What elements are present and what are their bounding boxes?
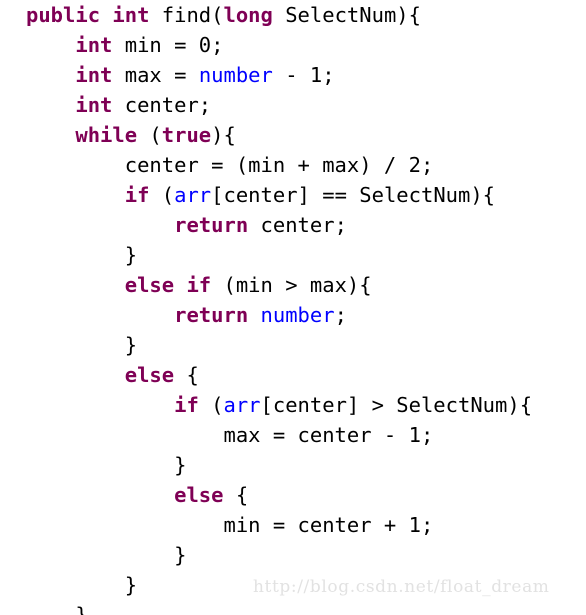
code-token-plain: min = 0;: [112, 33, 224, 57]
code-token-plain: }: [26, 333, 138, 357]
code-line: else if (min > max){: [26, 270, 586, 300]
code-token-kw: while: [75, 123, 138, 147]
code-line: if (arr[center] == SelectNum){: [26, 180, 586, 210]
code-token-kw: return: [174, 213, 249, 237]
code-line: int min = 0;: [26, 30, 586, 60]
code-token-plain: {: [223, 483, 249, 507]
code-token-id: arr: [174, 183, 212, 207]
code-line: }: [26, 600, 586, 615]
code-token-id: number: [198, 63, 273, 87]
code-token-kw: int: [75, 93, 113, 117]
code-token-plain: ){: [211, 123, 236, 147]
code-line: }: [26, 450, 586, 480]
code-token-kw: long: [223, 3, 273, 27]
code-token-kw: public: [26, 3, 101, 27]
code-line: min = center + 1;: [26, 510, 586, 540]
code-token-kw: if: [186, 273, 212, 297]
code-line: }: [26, 330, 586, 360]
code-token-plain: - 1;: [272, 63, 335, 87]
code-token-plain: min = center + 1;: [26, 513, 434, 537]
code-line: center = (min + max) / 2;: [26, 150, 586, 180]
code-token-plain: [center] == SelectNum){: [211, 183, 496, 207]
code-line: public int find(long SelectNum){: [26, 0, 586, 30]
code-token-plain: }: [26, 453, 187, 477]
code-token-plain: max = center - 1;: [26, 423, 434, 447]
code-token-plain: SelectNum){: [272, 3, 421, 27]
code-token-plain: {: [174, 363, 199, 387]
code-token-kw: int: [75, 33, 113, 57]
code-line: int max = number - 1;: [26, 60, 586, 90]
code-token-plain: center;: [248, 213, 347, 237]
code-token-plain: (min > max){: [211, 273, 372, 297]
code-token-kw: else: [124, 273, 175, 297]
code-token-plain: ;: [334, 303, 347, 327]
code-token-plain: }: [26, 243, 138, 267]
code-token-plain: find(: [149, 3, 224, 27]
code-token-id: number: [260, 303, 335, 327]
code-line: if (arr[center] > SelectNum){: [26, 390, 586, 420]
code-token-plain: }: [26, 573, 138, 597]
code-token-id: arr: [223, 393, 261, 417]
code-token-kw: int: [75, 63, 113, 87]
code-token-plain: max =: [112, 63, 199, 87]
code-line: return center;: [26, 210, 586, 240]
code-line: }: [26, 540, 586, 570]
code-line: int center;: [26, 90, 586, 120]
code-token-plain: [center] > SelectNum){: [260, 393, 533, 417]
code-token-plain: (: [149, 183, 175, 207]
code-token-plain: (: [137, 123, 162, 147]
watermark-text: http://blog.csdn.net/float_dream: [253, 577, 550, 597]
code-block[interactable]: public int find(long SelectNum){ int min…: [26, 0, 586, 615]
code-token-kw: return: [174, 303, 249, 327]
code-token-kw: int: [112, 3, 150, 27]
code-token-plain: center;: [112, 93, 212, 117]
code-token-kw: else: [124, 363, 175, 387]
code-token-plain: }: [26, 543, 187, 567]
code-line: }: [26, 240, 586, 270]
code-token-plain: center = (min + max) / 2;: [26, 153, 434, 177]
code-token-kw: else: [174, 483, 224, 507]
code-token-plain: (: [198, 393, 224, 417]
code-line: else {: [26, 480, 586, 510]
code-snippet-screenshot: public int find(long SelectNum){ int min…: [0, 0, 586, 615]
code-token-kw: true: [161, 123, 212, 147]
code-line: max = center - 1;: [26, 420, 586, 450]
code-token-plain: }: [26, 603, 88, 615]
code-token-kw: if: [174, 393, 199, 417]
code-line: return number;: [26, 300, 586, 330]
code-token-kw: if: [124, 183, 150, 207]
code-line: else {: [26, 360, 586, 390]
code-line: while (true){: [26, 120, 586, 150]
